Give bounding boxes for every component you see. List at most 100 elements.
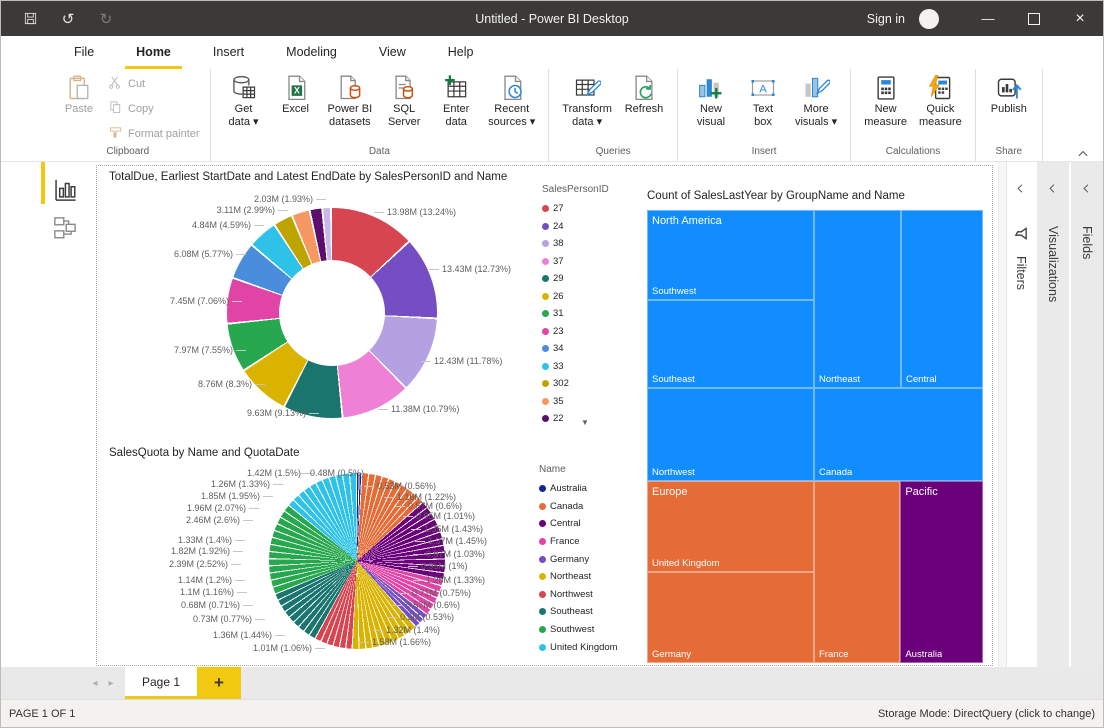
recent-sources-button-label: Recent	[494, 103, 529, 116]
publish-button-label: Publish	[991, 103, 1027, 116]
donut-legend-item-27[interactable]: 27	[542, 200, 637, 218]
transform-data-button[interactable]: Transformdata ▾	[559, 71, 615, 131]
pie-legend-item-northwest[interactable]: Northwest	[539, 586, 639, 604]
donut-chart-title: TotalDue, Earliest StartDate and Latest …	[109, 171, 507, 183]
get-data-button[interactable]: Getdata ▾	[221, 71, 267, 131]
account-avatar[interactable]	[919, 9, 939, 29]
pie-legend-item-france[interactable]: France	[539, 533, 639, 551]
minimize-button[interactable]: —	[965, 1, 1011, 36]
page-tab[interactable]: Page 1	[125, 667, 197, 699]
pie-legend-item-germany[interactable]: Germany	[539, 550, 639, 568]
visualizations-pane[interactable]: Visualizations	[1035, 162, 1069, 667]
report-page[interactable]: TotalDue, Earliest StartDate and Latest …	[96, 165, 993, 666]
pie-legend-item-northeast[interactable]: Northeast	[539, 568, 639, 586]
new-visual-button[interactable]: Newvisual	[688, 71, 734, 131]
pie-data-label: 0.95M (1%)	[421, 561, 468, 571]
report-view-button[interactable]	[52, 177, 78, 203]
menu-tab-view[interactable]: View	[368, 36, 417, 69]
legend-dot	[542, 310, 549, 317]
legend-dot	[539, 503, 546, 510]
legend-label: Southwest	[550, 624, 594, 635]
donut-legend-item-29[interactable]: 29	[542, 270, 637, 288]
legend-more-icon[interactable]: ▼	[581, 418, 589, 427]
donut-legend-item-38[interactable]: 38	[542, 235, 637, 253]
fields-pane[interactable]: Fields	[1069, 162, 1103, 667]
filters-pane[interactable]: Filters	[1006, 162, 1035, 667]
pie-legend-item-southwest[interactable]: Southwest	[539, 621, 639, 639]
get-data-icon	[230, 73, 258, 103]
donut-legend-item-31[interactable]: 31	[542, 305, 637, 323]
format-painter-button: Format painter	[108, 125, 200, 143]
undo-icon[interactable]: ↺	[59, 10, 77, 28]
text-box-button[interactable]: ATextbox	[740, 71, 786, 131]
treemap-cell-australia[interactable]: Australia	[900, 481, 983, 663]
storage-mode[interactable]: Storage Mode: DirectQuery (click to chan…	[878, 708, 1095, 720]
menu-tab-insert[interactable]: Insert	[202, 36, 255, 69]
power-bi-datasets-button[interactable]: Power BIdatasets	[325, 71, 376, 131]
recent-sources-button[interactable]: Recentsources ▾	[485, 71, 538, 131]
text-box-button-label-2: box	[754, 116, 772, 129]
donut-legend-item-26[interactable]: 26	[542, 288, 637, 306]
publish-icon	[995, 73, 1023, 103]
publish-button[interactable]: Publish	[986, 71, 1032, 118]
ribbon-groups: PasteCutCopyFormat painterClipboardGetda…	[1, 69, 1103, 161]
legend-dot	[542, 398, 549, 405]
more-visuals-button-label: More	[804, 103, 829, 116]
pie-legend-item-southeast[interactable]: Southeast	[539, 603, 639, 621]
menu-tab-home[interactable]: Home	[125, 36, 182, 69]
pie-legend-item-australia[interactable]: Australia	[539, 480, 639, 498]
treemap-cell-germany[interactable]: Germany	[647, 572, 814, 663]
pie-legend-item-canada[interactable]: Canada	[539, 498, 639, 516]
treemap-cell-central[interactable]: Central	[901, 210, 983, 388]
sign-in-button[interactable]: Sign in	[867, 12, 905, 26]
close-button[interactable]: ×	[1057, 1, 1103, 36]
refresh-button[interactable]: Refresh	[621, 71, 667, 118]
sql-server-button[interactable]: SQLServer	[381, 71, 427, 131]
treemap-cell-france[interactable]: France	[814, 481, 900, 663]
refresh-button-label: Refresh	[625, 103, 664, 116]
new-measure-button[interactable]: Newmeasure	[861, 71, 910, 131]
treemap-cell-canada[interactable]: Canada	[814, 388, 983, 481]
collapse-ribbon-button[interactable]	[1077, 145, 1093, 157]
enter-data-button[interactable]: Enterdata	[433, 71, 479, 131]
donut-legend-item-22[interactable]: 22	[542, 410, 637, 428]
treemap-cell-northeast[interactable]: Northeast	[814, 210, 901, 388]
treemap-cell-united-kingdom[interactable]: United Kingdom	[647, 481, 814, 572]
quick-measure-button[interactable]: Quickmeasure	[916, 71, 965, 131]
donut-legend-item-23[interactable]: 23	[542, 323, 637, 341]
enter-data-button-label-2: data	[445, 116, 466, 129]
model-view-button[interactable]	[52, 215, 78, 241]
treemap-cell-southeast[interactable]: Southeast	[647, 300, 814, 388]
treemap-cell-label: Northwest	[652, 467, 695, 478]
maximize-button[interactable]	[1011, 1, 1057, 36]
pie-chart-title: SalesQuota by Name and QuotaDate	[109, 447, 300, 459]
pie-legend-item-central[interactable]: Central	[539, 515, 639, 533]
expand-fields-icon[interactable]	[1081, 182, 1093, 195]
pie-data-label: 0.5M (0.53%)	[400, 612, 454, 622]
menu-tab-file[interactable]: File	[63, 36, 105, 69]
copy-button: Copy	[108, 100, 200, 118]
more-visuals-button[interactable]: Morevisuals ▾	[792, 71, 840, 131]
canvas-scrollbar[interactable]	[998, 162, 1006, 667]
donut-legend-item-37[interactable]: 37	[542, 253, 637, 271]
donut-legend-item-35[interactable]: 35	[542, 393, 637, 411]
pie-data-label: 1.1M (1.16%)	[180, 587, 234, 597]
donut-legend-item-34[interactable]: 34	[542, 340, 637, 358]
donut-legend-item-33[interactable]: 33	[542, 358, 637, 376]
expand-visualizations-icon[interactable]	[1047, 182, 1059, 195]
treemap-cell-northwest[interactable]: Northwest	[647, 388, 814, 481]
donut-legend-item-302[interactable]: 302	[542, 375, 637, 393]
menu-tab-modeling[interactable]: Modeling	[275, 36, 348, 69]
legend-dot	[542, 293, 549, 300]
donut-legend-item-24[interactable]: 24	[542, 218, 637, 236]
legend-label: Germany	[550, 554, 589, 565]
treemap-cell-southwest[interactable]: Southwest	[647, 210, 814, 300]
new-page-button[interactable]: +	[197, 667, 241, 699]
treemap-chart: SouthwestNortheastCentral Southeast Northw…	[647, 210, 983, 663]
expand-filters-icon[interactable]	[1015, 182, 1027, 195]
menu-tab-help[interactable]: Help	[437, 36, 485, 69]
save-icon[interactable]	[21, 10, 39, 28]
excel-button[interactable]: XExcel	[273, 71, 319, 118]
pie-legend-item-united-kingdom[interactable]: United Kingdom	[539, 638, 639, 656]
donut-chart[interactable]	[227, 208, 437, 418]
